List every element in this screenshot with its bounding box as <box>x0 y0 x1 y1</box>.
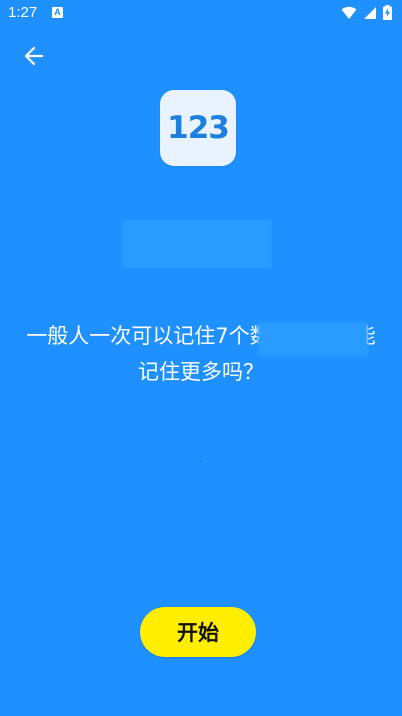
signal-icon <box>363 5 377 24</box>
blurred-title <box>122 220 272 268</box>
status-time: 1:27 <box>8 4 38 21</box>
back-button[interactable] <box>20 44 48 72</box>
wifi-icon <box>341 5 357 24</box>
arrow-left-icon <box>23 45 45 71</box>
app-icon-label: 123 <box>167 110 230 146</box>
notification-a-icon: A <box>52 7 63 18</box>
blurred-description-fragment <box>258 322 368 356</box>
battery-charging-icon <box>383 5 392 24</box>
app-icon-tile: 123 <box>160 90 236 166</box>
decorative-dot <box>200 461 201 462</box>
status-bar: 1:27 A <box>0 0 402 26</box>
status-indicators <box>341 5 392 24</box>
start-button[interactable]: 开始 <box>140 607 256 657</box>
